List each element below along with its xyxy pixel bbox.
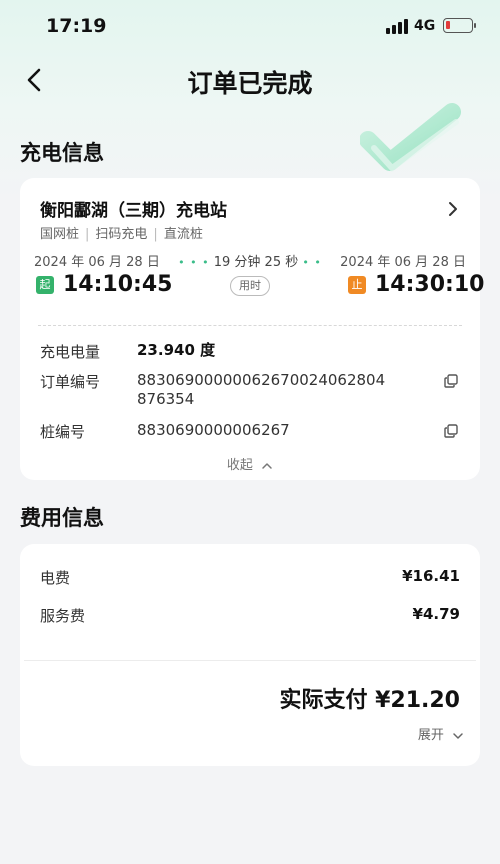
order-number-label: 订单编号 (40, 373, 101, 391)
electricity-fee-value: ¥16.41 (402, 567, 460, 585)
pile-number-label: 桩编号 (40, 423, 86, 441)
status-time: 17:19 (46, 15, 107, 37)
start-time: 14:10:45 (63, 272, 173, 297)
end-badge: 止 (348, 276, 366, 294)
chevron-up-icon (262, 462, 272, 469)
collapse-label: 收起 (226, 458, 253, 473)
copy-pile-icon[interactable] (444, 424, 458, 438)
order-number-line1: 883069000000626700240628​04 (137, 371, 386, 389)
charging-section-title: 充电信息 (20, 141, 104, 165)
electricity-fee-label: 电费 (40, 569, 71, 587)
status-bar: 17:19 4G (0, 0, 500, 54)
fee-divider (24, 660, 476, 661)
end-time: 14:30:10 (375, 272, 485, 297)
order-number-line2: 876354 (137, 390, 195, 408)
page-title: 订单已完成 (187, 69, 313, 98)
service-fee-value: ¥4.79 (412, 605, 460, 623)
check-mark-icon (360, 103, 461, 173)
start-badge: 起 (36, 276, 54, 294)
charging-info-card: 衡阳酃湖（三期）充电站 国网桩 | 扫码充电 | 直流桩 2024 年 06 月 28 … (20, 178, 484, 480)
station-tags: 国网桩 | 扫码充电 | 直流桩 (40, 227, 203, 242)
order-number-value: 883069000000626700240628​04 876354 (137, 371, 385, 409)
signal-icon (386, 18, 410, 34)
duration-badge: 用时 (230, 276, 270, 296)
station-name[interactable]: 衡阳酃湖（三期）充电站 (40, 196, 227, 221)
tag-scan-charge: 扫码充电 (95, 227, 148, 242)
pile-number-value: 8830690000006267 (137, 421, 290, 439)
tag-dc-pile: 直流桩 (163, 227, 203, 242)
dashed-divider (38, 325, 462, 326)
duration-value: 19 分钟 25 秒 (213, 255, 299, 270)
tag-grid-pile: 国网桩 (40, 227, 80, 242)
fee-section-title: 费用信息 (20, 506, 104, 530)
fee-info-card: 电费 ¥16.41 服务费 ¥4.79 实际支付 ¥21.20 展开 (20, 544, 480, 766)
expand-button[interactable]: 展开 (418, 724, 464, 743)
service-fee-label: 服务费 (40, 607, 86, 625)
total-paid: 实际支付 ¥21.20 (279, 688, 460, 713)
start-date: 2024 年 06 月 28 日 (34, 255, 160, 270)
collapse-button[interactable]: 收起 (20, 454, 480, 473)
nav-bar: 订单已完成 (0, 58, 500, 102)
end-date: 2024 年 06 月 28 日 (340, 255, 466, 270)
battery-icon (443, 18, 476, 33)
chevron-right-icon[interactable] (446, 200, 460, 218)
chevron-down-icon (453, 732, 463, 739)
network-label: 4G (414, 18, 436, 34)
copy-order-icon[interactable] (444, 374, 458, 388)
energy-value: 23.940 度 (137, 341, 216, 359)
duration: • • • 19 分钟 25 秒 • • (178, 255, 322, 270)
energy-label: 充电电量 (40, 343, 101, 361)
expand-label: 展开 (417, 728, 444, 743)
